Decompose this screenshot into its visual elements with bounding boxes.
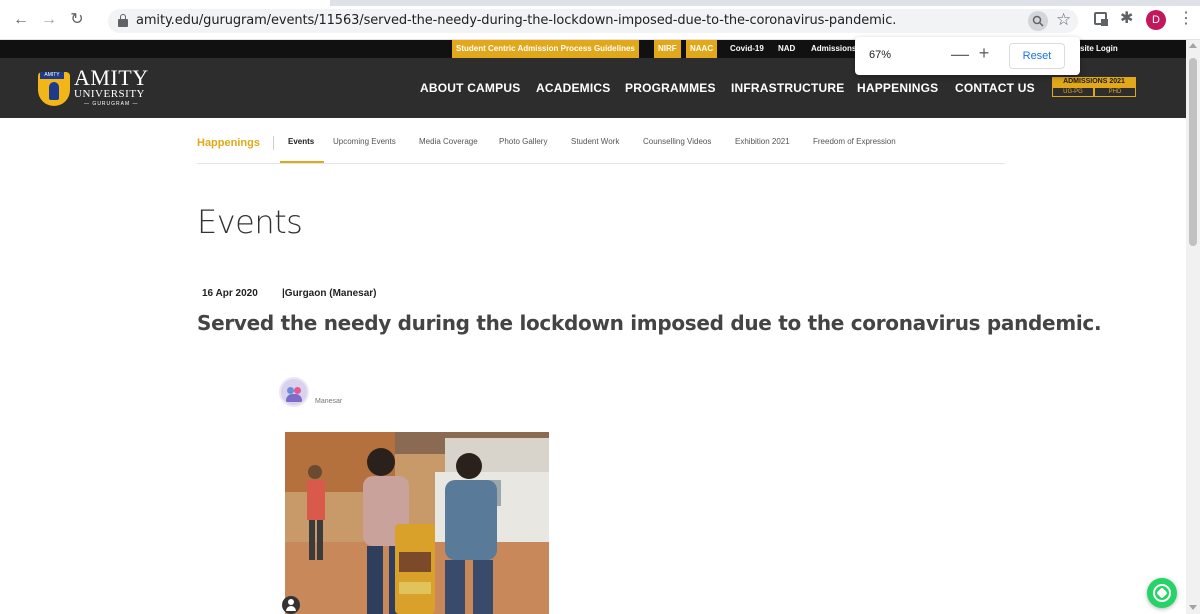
subnav-divider	[273, 136, 274, 150]
happenings-subnav: Happenings Events Upcoming Events Media …	[197, 132, 1005, 164]
forward-icon[interactable]: →	[40, 11, 58, 29]
lock-icon[interactable]	[118, 14, 128, 27]
browser-toolbar: ← → ↻ amity.edu/gurugram/events/11563/se…	[0, 0, 1200, 40]
zoom-reset-button[interactable]: Reset	[1009, 43, 1065, 69]
url-text[interactable]: amity.edu/gurugram/events/11563/served-t…	[136, 13, 896, 28]
top-link-covid[interactable]: Covid-19	[726, 40, 768, 58]
subnav-photo-gallery[interactable]: Photo Gallery	[499, 137, 547, 146]
subnav-counselling-videos[interactable]: Counselling Videos	[643, 137, 711, 146]
nav-programmes[interactable]: PROGRAMMES	[625, 81, 716, 95]
nav-about-campus[interactable]: ABOUT CAMPUS	[420, 81, 520, 95]
reload-icon[interactable]: ↻	[68, 11, 86, 29]
event-date: 16 Apr 2020	[202, 288, 258, 299]
event-photo[interactable]	[285, 432, 549, 614]
star-icon[interactable]: ☆	[1056, 10, 1071, 30]
kebab-menu-icon[interactable]: ⋮	[1178, 10, 1194, 28]
amity-logo-icon[interactable]: AMITY	[38, 72, 70, 106]
admissions-ug-pg[interactable]: UG-PG	[1052, 87, 1094, 97]
event-location: |Gurgaon (Manesar)	[282, 288, 377, 299]
profile-avatar[interactable]: D	[1146, 10, 1166, 30]
scroll-up-arrow-icon[interactable]	[1189, 43, 1197, 48]
nav-happenings[interactable]: HAPPENINGS	[857, 81, 938, 95]
subnav-freedom-of-expression[interactable]: Freedom of Expression	[813, 137, 896, 146]
nav-contact-us[interactable]: CONTACT US	[955, 81, 1035, 95]
address-bar[interactable]: amity.edu/gurugram/events/11563/served-t…	[108, 9, 1078, 33]
subnav-media-coverage[interactable]: Media Coverage	[419, 137, 478, 146]
logo-line3: — GURUGRAM —	[84, 101, 139, 107]
admissions-title: ADMISSIONS 2021	[1052, 77, 1136, 87]
zoom-icon[interactable]	[1028, 11, 1048, 31]
scrollbar[interactable]	[1186, 40, 1200, 614]
nav-academics[interactable]: ACADEMICS	[536, 81, 610, 95]
admissions-phd[interactable]: PHD	[1094, 87, 1136, 97]
nav-infrastructure[interactable]: INFRASTRUCTURE	[731, 81, 844, 95]
post-avatar-icon[interactable]	[279, 377, 309, 407]
subnav-active-indicator	[280, 161, 324, 163]
logo-tag: AMITY	[40, 72, 64, 79]
zoom-value: 67%	[869, 49, 892, 61]
top-link-login[interactable]: site Login	[1076, 40, 1122, 58]
puzzle-icon[interactable]: ✱	[1120, 10, 1138, 28]
event-photo-illustration	[285, 432, 549, 614]
zoom-popup: 67% — + Reset	[855, 37, 1080, 75]
back-icon[interactable]: ←	[12, 11, 30, 29]
event-title: Served the needy during the lockdown imp…	[197, 311, 1102, 335]
top-link-admissions[interactable]: Admissions	[807, 40, 860, 58]
subnav-student-work[interactable]: Student Work	[571, 137, 619, 146]
top-link-admission-guidelines[interactable]: Student Centric Admission Process Guidel…	[452, 40, 639, 58]
post-username[interactable]: Manesar	[315, 398, 342, 405]
logo-line1: AMITY	[74, 65, 149, 90]
whatsapp-icon[interactable]	[1147, 578, 1177, 608]
zoom-in-button[interactable]: +	[977, 43, 991, 64]
user-icon[interactable]	[282, 596, 300, 614]
site-logo[interactable]: AMITY UNIVERSITY — GURUGRAM —	[74, 65, 149, 108]
page-title: Events	[197, 203, 303, 241]
scrollbar-thumb[interactable]	[1189, 58, 1197, 246]
top-link-nirf[interactable]: NIRF	[654, 40, 681, 58]
top-link-naac[interactable]: NAAC	[686, 40, 718, 58]
logo-line2: UNIVERSITY	[74, 88, 145, 100]
subnav-home[interactable]: Happenings	[197, 137, 260, 149]
zoom-out-button[interactable]: —	[951, 44, 969, 65]
extension-icon[interactable]	[1092, 10, 1110, 28]
tab-strip	[330, 0, 1200, 6]
admissions-badge[interactable]: ADMISSIONS 2021 UG-PG PHD	[1052, 77, 1136, 97]
scroll-down-arrow-icon[interactable]	[1189, 605, 1197, 610]
subnav-events[interactable]: Events	[288, 137, 314, 146]
top-link-nad[interactable]: NAD	[774, 40, 799, 58]
subnav-upcoming-events[interactable]: Upcoming Events	[333, 137, 396, 146]
subnav-exhibition-2021[interactable]: Exhibition 2021	[735, 137, 790, 146]
